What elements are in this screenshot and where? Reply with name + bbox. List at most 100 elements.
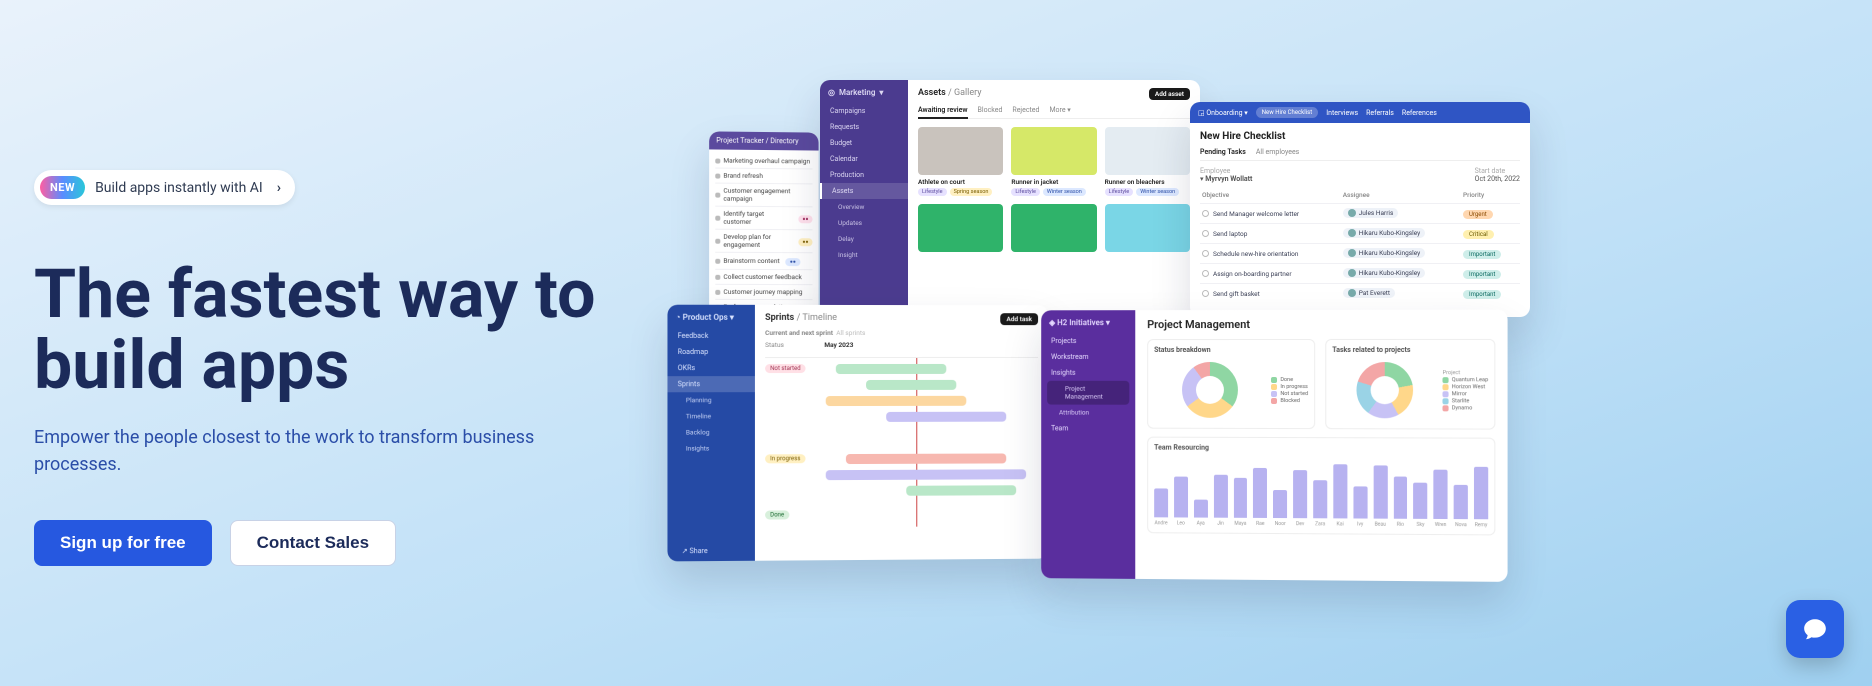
col-header: Objective [1200, 187, 1341, 204]
h2-brand: ◈ H2 Initiatives ▾ [1041, 318, 1135, 333]
sidebar-item[interactable]: Insights [1041, 365, 1135, 381]
pane-title: Tasks related to projects [1332, 346, 1488, 354]
sidebar-item[interactable]: Overview [820, 199, 908, 215]
chevron-right-icon: › [277, 180, 281, 196]
donut-chart-tasks [1356, 362, 1413, 418]
list-item[interactable]: Brand refresh [723, 172, 763, 180]
new-feature-pill[interactable]: NEW Build apps instantly with AI › [34, 170, 295, 205]
add-task-button[interactable]: Add task [1001, 313, 1039, 325]
asset-tile[interactable] [1105, 204, 1190, 252]
label: Start date [1475, 167, 1506, 175]
share-button[interactable]: ↗ Share [682, 547, 708, 555]
marketing-card: ◎ Marketing ▾ Campaigns Requests Budget … [820, 80, 1200, 335]
h2-initiatives-card: ◈ H2 Initiatives ▾ Projects Workstream I… [1041, 310, 1507, 582]
list-item[interactable]: Identify target customer [723, 210, 792, 226]
sidebar-item[interactable]: Calendar [820, 151, 908, 167]
product-ops-card: ◔ Product Ops ▾ Feedback Roadmap OKRs Sp… [667, 305, 1048, 562]
topnav-item[interactable]: References [1402, 109, 1437, 117]
sidebar-item[interactable]: Timeline [667, 408, 754, 424]
col-header: Assignee [1341, 187, 1461, 204]
sidebar-item-sprints[interactable]: Sprints [667, 376, 754, 392]
sidebar-item[interactable]: Campaigns [820, 103, 908, 119]
tab-blocked[interactable]: Blocked [978, 106, 1003, 114]
sidebar-item[interactable]: Requests [820, 119, 908, 135]
label: Employee [1200, 167, 1230, 175]
employee-name[interactable]: Myrvyn Wollatt [1205, 175, 1252, 183]
sidebar-item[interactable]: Updates [820, 215, 908, 231]
sidebar-item[interactable]: Insight [820, 247, 908, 263]
breadcrumb: Gallery [954, 88, 982, 98]
new-feature-text: Build apps instantly with AI [95, 180, 263, 196]
sidebar-item[interactable]: Production [820, 167, 908, 183]
tab-pending[interactable]: Pending Tasks [1200, 148, 1246, 156]
marketing-brand: ◎ Marketing ▾ [820, 88, 908, 103]
onboarding-heading: New Hire Checklist [1200, 131, 1520, 142]
asset-tile[interactable] [918, 204, 1003, 252]
topnav-item[interactable]: Referrals [1366, 109, 1394, 117]
hero-title-line2: build apps [34, 325, 349, 405]
sidebar-item[interactable]: Planning [667, 392, 754, 408]
table-row[interactable]: Schedule new-hire orientation Hikaru Kub… [1200, 244, 1520, 264]
hero-subtitle: Empower the people closest to the work t… [34, 424, 624, 478]
topnav-item[interactable]: New Hire Checklist [1256, 107, 1318, 118]
asset-tile[interactable] [1011, 204, 1096, 252]
breadcrumb: Timeline [802, 313, 837, 323]
sidebar-item[interactable]: Attribution [1041, 405, 1135, 421]
bar-chart-resourcing [1154, 458, 1488, 520]
tracker-title: Project Tracker [716, 136, 764, 145]
topnav-item[interactable]: Interviews [1326, 109, 1358, 117]
table-row[interactable]: Assign on-boarding partner Hikaru Kubo-K… [1200, 264, 1520, 284]
table-row[interactable]: Send Manager welcome letter Jules Harris… [1200, 204, 1520, 224]
gantt-chart: Not started In progress Done [765, 357, 1038, 528]
chat-icon [1802, 616, 1828, 642]
list-item[interactable]: Collect customer feedback [723, 273, 801, 281]
pane-title: Team Resourcing [1154, 444, 1488, 453]
new-badge: NEW [40, 176, 85, 199]
label: Status [765, 341, 784, 349]
tab-more[interactable]: More ▾ [1049, 106, 1070, 114]
tab-rejected[interactable]: Rejected [1012, 106, 1039, 114]
asset-tile[interactable]: Runner on bleachersLifestyleWinter seaso… [1105, 127, 1190, 196]
list-item[interactable]: Customer journey mapping [723, 288, 802, 296]
sidebar-item[interactable]: OKRs [667, 360, 754, 376]
list-item[interactable]: Customer engagement campaign [723, 187, 812, 204]
tab-all[interactable]: All employees [1256, 148, 1299, 156]
sidebar-item[interactable]: Team [1041, 420, 1135, 436]
table-row[interactable]: Send laptop Hikaru Kubo-Kingsley Critica… [1200, 224, 1520, 244]
list-item[interactable]: Marketing overhaul campaign [723, 157, 810, 166]
sidebar-item[interactable]: Roadmap [667, 344, 754, 360]
onboarding-card: ◲ Onboarding ▾ New Hire Checklist Interv… [1190, 102, 1530, 317]
hero-title: The fastest way to build apps [34, 259, 674, 402]
status-badge: Done [765, 510, 789, 519]
sprint-filter[interactable]: All sprints [836, 329, 865, 337]
contact-sales-button[interactable]: Contact Sales [230, 520, 396, 566]
asset-tile[interactable]: Runner in jacketLifestyleWinter season [1011, 127, 1096, 196]
add-asset-button[interactable]: Add asset [1149, 88, 1190, 100]
tab-awaiting[interactable]: Awaiting review [918, 106, 968, 119]
sidebar-item[interactable]: Feedback [667, 328, 754, 344]
gantt-month: May 2023 [824, 341, 853, 349]
signup-button[interactable]: Sign up for free [34, 520, 212, 566]
sidebar-item[interactable]: Insights [667, 440, 754, 456]
sidebar-item[interactable]: Projects [1041, 333, 1135, 349]
sidebar-item[interactable]: Workstream [1041, 349, 1135, 365]
asset-tile[interactable]: Athlete on courtLifestyleSpring season [918, 127, 1003, 196]
list-item[interactable]: Develop plan for engagement [723, 233, 792, 249]
pane-title: Status breakdown [1154, 346, 1308, 354]
start-date: Oct 20th, 2022 [1475, 175, 1520, 183]
sidebar-item[interactable]: Backlog [667, 424, 754, 440]
section-title: Sprints [765, 313, 794, 323]
sidebar-item[interactable]: Budget [820, 135, 908, 151]
status-badge: Not started [765, 364, 806, 373]
status-badge: In progress [765, 454, 805, 463]
product-ops-brand: ◔ Product Ops ▾ [667, 313, 754, 328]
sidebar-item[interactable]: Delay [820, 231, 908, 247]
section-heading: Project Management [1147, 318, 1495, 331]
sidebar-item-assets[interactable]: Assets [820, 183, 908, 199]
sprint-scope: Current and next sprint [765, 329, 833, 337]
table-row[interactable]: Send gift basket Pat Everett Important [1200, 284, 1520, 304]
hero-title-line1: The fastest way to [34, 254, 596, 334]
sidebar-item-pm[interactable]: Project Management [1047, 381, 1129, 405]
list-item[interactable]: Brainstorm content [723, 257, 779, 265]
chat-button[interactable] [1786, 600, 1844, 658]
